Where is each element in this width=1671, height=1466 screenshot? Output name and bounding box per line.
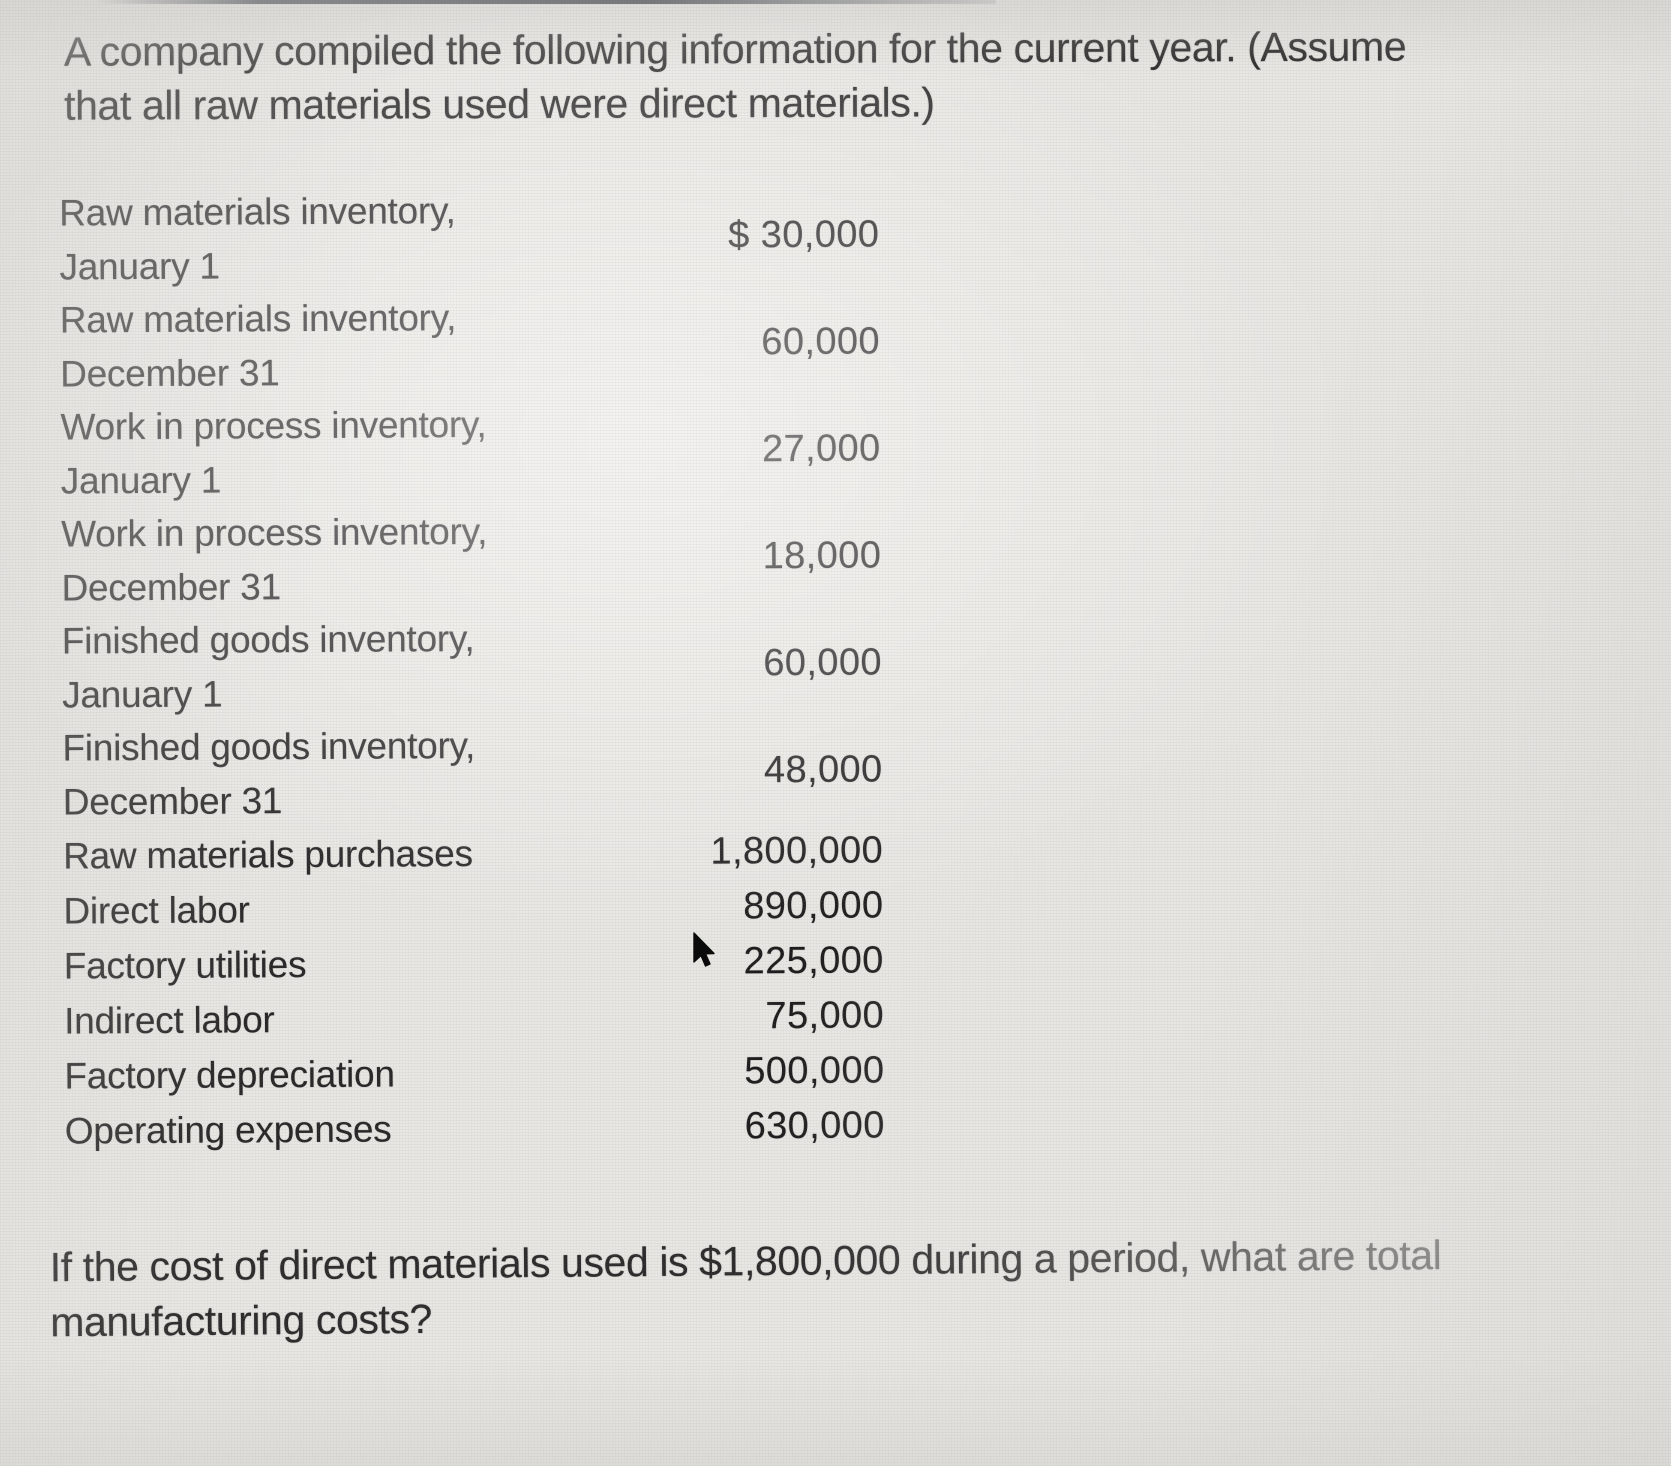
table-row-label-line1: Operating expenses bbox=[64, 1108, 392, 1152]
table-row-label-line1: Raw materials inventory, bbox=[59, 297, 457, 341]
table-row-value: 630,000 bbox=[744, 1104, 885, 1148]
table-row-label-line2: December 31 bbox=[62, 779, 283, 823]
table-row-label: Finished goods inventory, December 31 bbox=[56, 719, 475, 828]
table-row-value: 48,000 bbox=[763, 748, 883, 792]
table-row: Raw materials inventory, December 31 60,00… bbox=[54, 288, 895, 400]
table-row: Factory utilities 225,000 bbox=[58, 933, 898, 993]
table-row-label-line2: December 31 bbox=[60, 351, 280, 395]
question-prompt: A company compiled the following informa… bbox=[63, 23, 1407, 129]
table-row-value: $ 30,000 bbox=[728, 213, 880, 257]
table-row-label: Raw materials inventory, January 1 bbox=[53, 184, 456, 293]
table-row-label-line1: Direct labor bbox=[63, 889, 250, 932]
table-row-label: Work in process inventory, December 31 bbox=[55, 505, 488, 614]
clipped-ui-top-edge bbox=[96, 0, 996, 4]
table-row: Raw materials purchases 1,800,000 bbox=[57, 823, 897, 883]
table-row-label-line1: Factory depreciation bbox=[64, 1053, 395, 1097]
table-row: Operating expenses 630,000 bbox=[59, 1098, 899, 1158]
table-row-label: Finished goods inventory, January 1 bbox=[56, 612, 475, 721]
closing-question: If the cost of direct materials used is … bbox=[49, 1232, 1442, 1346]
table-row-value: 1,800,000 bbox=[710, 829, 884, 873]
table-row-label-line1: Finished goods inventory, bbox=[62, 725, 476, 769]
table-row-value: 60,000 bbox=[761, 320, 881, 364]
table-row-label-line1: Finished goods inventory, bbox=[61, 618, 475, 662]
mouse-pointer-icon bbox=[693, 932, 715, 967]
table-row-label-line1: Indirect labor bbox=[64, 999, 275, 1042]
table-row-value: 75,000 bbox=[765, 994, 885, 1038]
table-row-label: Raw materials inventory, December 31 bbox=[54, 291, 457, 400]
table-row-value: 500,000 bbox=[744, 1049, 885, 1093]
table-row-label: Operating expenses bbox=[59, 1102, 392, 1157]
table-row-label-line2: January 1 bbox=[60, 459, 222, 502]
table-row-label: Factory depreciation bbox=[58, 1047, 395, 1102]
table-row-label-line1: Factory utilities bbox=[63, 943, 307, 987]
table-row: Finished goods inventory, December 31 48,0… bbox=[56, 716, 897, 828]
table-row: Work in process inventory, January 1 27,00… bbox=[54, 395, 895, 507]
table-row-value: 890,000 bbox=[743, 884, 884, 928]
table-row-label: Indirect labor bbox=[58, 993, 275, 1048]
table-row: Indirect labor 75,000 bbox=[58, 988, 898, 1048]
table-row-label-line1: Work in process inventory, bbox=[60, 404, 487, 448]
table-row: Work in process inventory, December 31 18,… bbox=[55, 502, 896, 614]
table-row-label-line1: Work in process inventory, bbox=[61, 511, 488, 555]
table-row: Factory depreciation 500,000 bbox=[58, 1043, 898, 1103]
table-row-value: 225,000 bbox=[743, 939, 884, 983]
table-row: Finished goods inventory, January 1 60,000 bbox=[56, 609, 897, 721]
table-row-value: 27,000 bbox=[761, 427, 881, 471]
table-row-value: 18,000 bbox=[762, 534, 882, 578]
table-row: Raw materials inventory, January 1 $ 30,00… bbox=[53, 181, 894, 293]
table-row-label: Direct labor bbox=[57, 883, 250, 937]
table-row: Direct labor 890,000 bbox=[57, 878, 897, 938]
table-row-label: Work in process inventory, January 1 bbox=[54, 398, 487, 507]
table-row-label: Factory utilities bbox=[58, 938, 307, 993]
cost-data-table: Raw materials inventory, January 1 $ 30,00… bbox=[53, 181, 899, 1158]
table-row-label-line1: Raw materials purchases bbox=[63, 832, 473, 877]
table-row-value: 60,000 bbox=[763, 641, 883, 685]
table-row-label-line1: Raw materials inventory, bbox=[59, 190, 456, 234]
table-row-label-line2: January 1 bbox=[62, 673, 223, 716]
table-row-label: Raw materials purchases bbox=[57, 827, 473, 883]
screenshot-photo-of-screen: A company compiled the following informa… bbox=[0, 0, 1671, 1466]
table-row-label-line2: January 1 bbox=[59, 245, 220, 288]
table-row-label-line2: December 31 bbox=[61, 565, 281, 609]
